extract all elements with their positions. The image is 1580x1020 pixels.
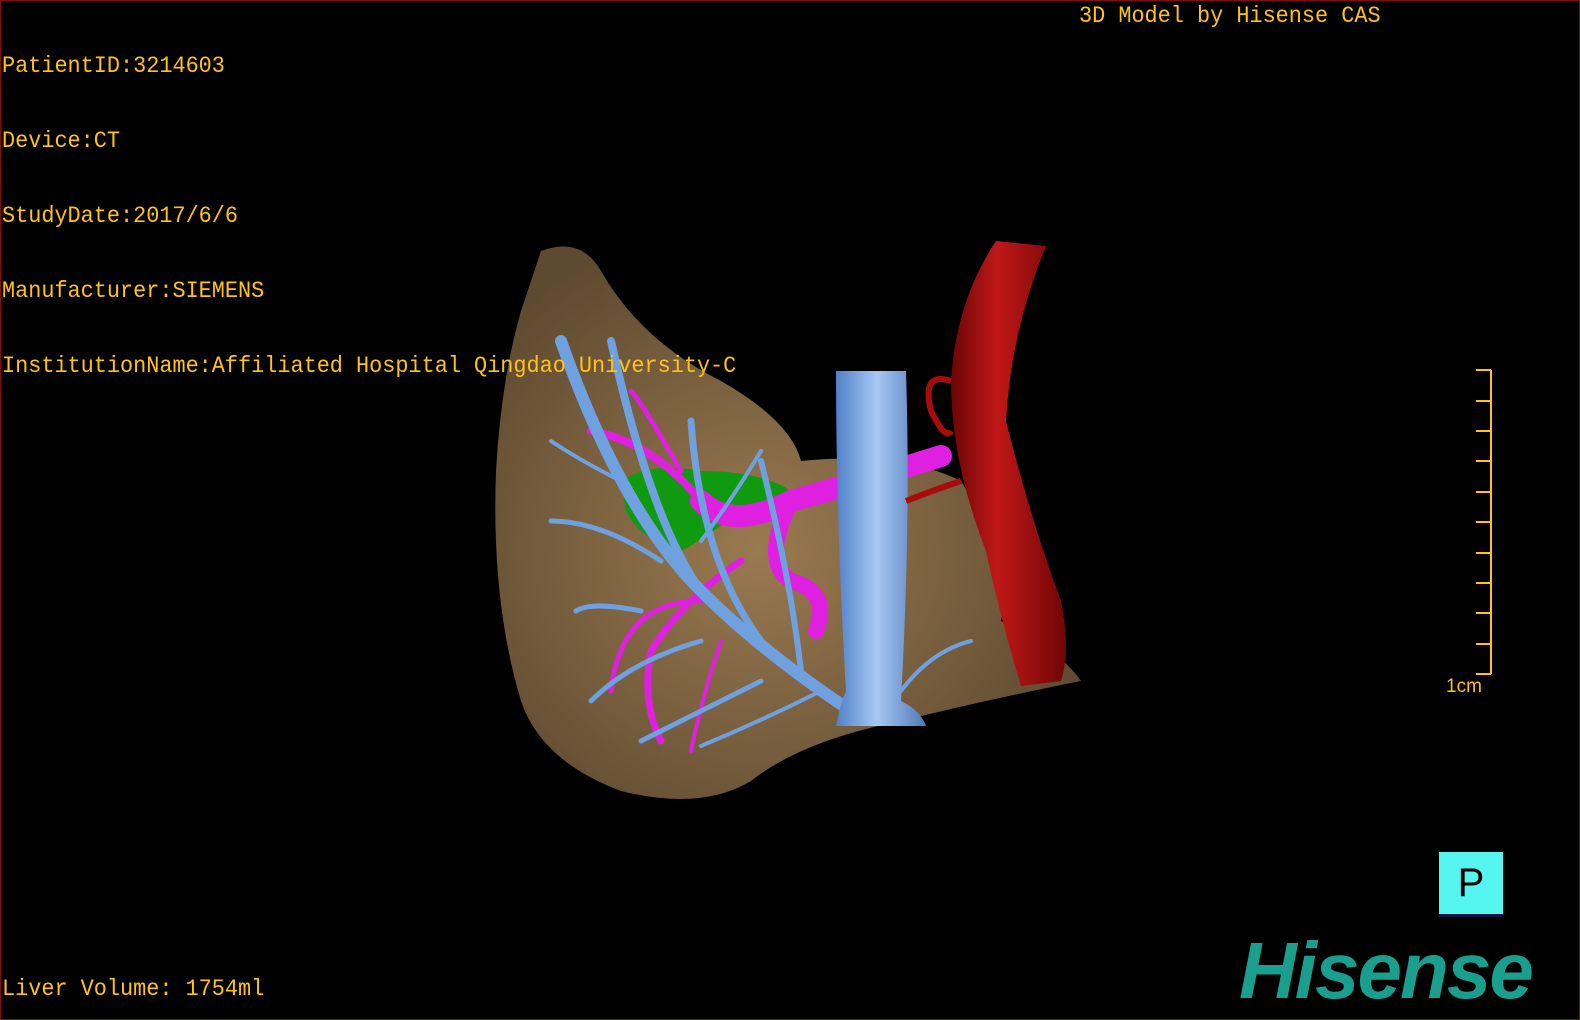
study-date: StudyDate:2017/6/6 [2,203,239,229]
liver-volume: Liver Volume: 1754ml [2,976,265,1002]
hisense-logo: Hisense [1239,926,1534,1015]
manufacturer: Manufacturer:SIEMENS [2,278,265,304]
patient-id: PatientID:3214603 [2,53,225,79]
scale-bar [1476,369,1492,675]
scale-bar-label: 1cm [1446,676,1482,697]
dicom-info: PatientID:3214603 Device:CT StudyDate:20… [2,4,736,429]
device: Device:CT [2,128,121,154]
model-credit: 3D Model by Hisense CAS [1079,3,1381,29]
3d-viewport[interactable]: PatientID:3214603 Device:CT StudyDate:20… [0,0,1580,1020]
institution-name: InstitutionName:Affiliated Hospital Qing… [2,353,737,379]
orientation-marker[interactable]: P [1439,852,1503,917]
